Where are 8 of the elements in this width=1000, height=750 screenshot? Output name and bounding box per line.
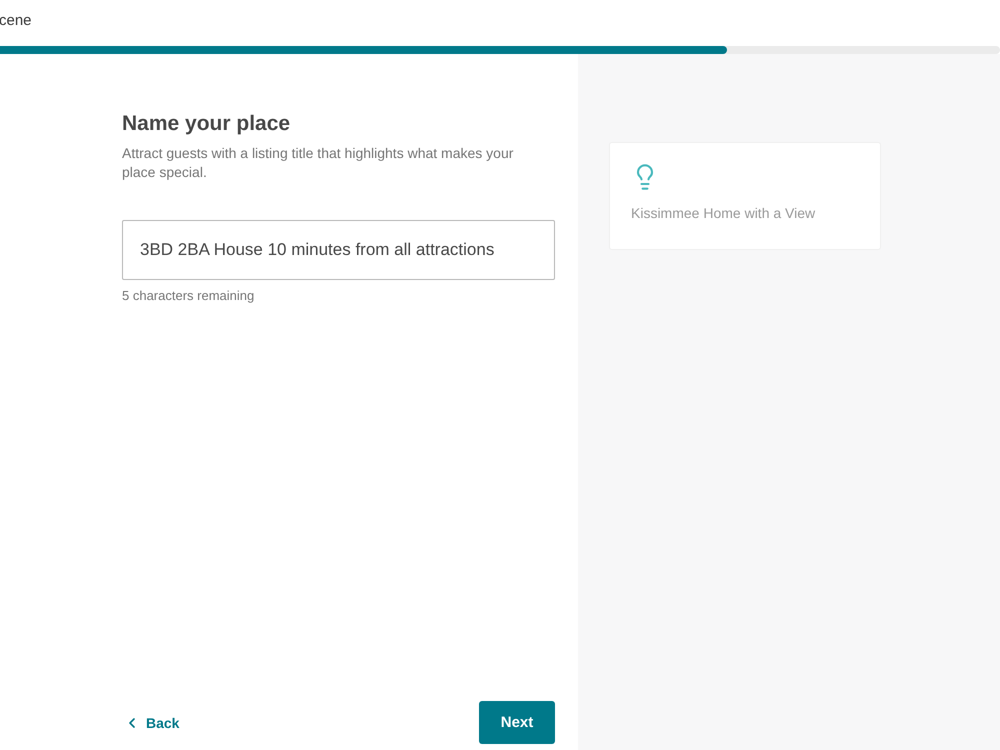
heading: Name your place <box>122 112 292 136</box>
next-button[interactable]: Next <box>479 701 555 744</box>
title-input-field[interactable]: 3BD 2BA House 10 minutes from all attractions <box>122 220 555 280</box>
description: Attract guests with a listing title that highlights what makes your place special. <box>122 144 514 182</box>
back-button[interactable]: Back <box>124 714 180 730</box>
preview-title: Kissimmee Home with a View <box>631 205 816 221</box>
characters-remaining: 5 characters remaining <box>122 288 254 303</box>
page-title: cene <box>0 12 32 28</box>
